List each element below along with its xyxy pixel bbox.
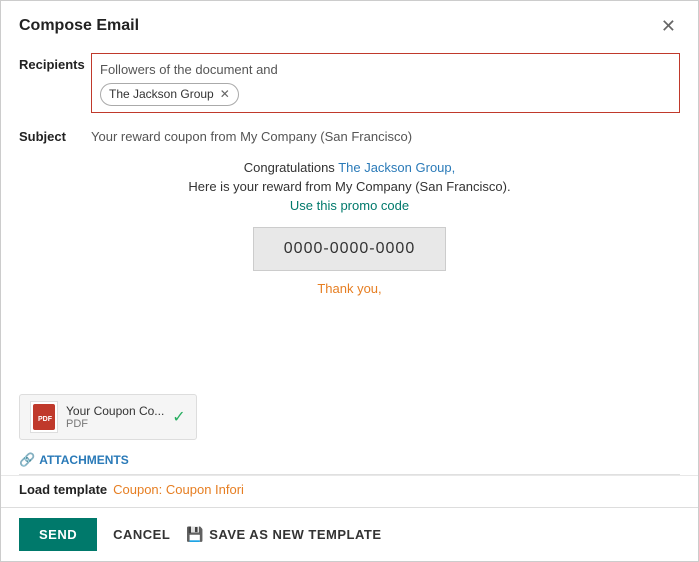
recipients-box[interactable]: Followers of the document and The Jackso… <box>91 53 680 113</box>
body-reward-text: Here is your reward from My Company (San… <box>188 179 510 194</box>
paperclip-icon: 🔗 <box>19 452 35 468</box>
subject-row: Subject Your reward coupon from My Compa… <box>1 119 698 150</box>
attachment-item[interactable]: PDF Your Coupon Co... PDF ✓ <box>19 394 197 440</box>
dialog-title: Compose Email <box>19 17 139 35</box>
email-body: Congratulations The Jackson Group, Here … <box>1 150 698 386</box>
body-line1: Congratulations The Jackson Group, <box>21 160 678 175</box>
attachments-link[interactable]: ATTACHMENTS <box>39 453 129 467</box>
svg-text:PDF: PDF <box>38 416 52 423</box>
attachments-link-row: 🔗 ATTACHMENTS <box>1 448 698 474</box>
send-button[interactable]: SEND <box>19 518 97 551</box>
cancel-button[interactable]: CANCEL <box>107 518 176 551</box>
dialog-footer: SEND CANCEL 💾 SAVE AS NEW TEMPLATE <box>1 507 698 561</box>
save-as-new-template-button[interactable]: 💾 SAVE AS NEW TEMPLATE <box>186 526 381 543</box>
attachment-name: Your Coupon Co... <box>66 404 164 418</box>
attachment-info: Your Coupon Co... PDF <box>66 404 164 430</box>
body-line3: Use this promo code <box>21 198 678 213</box>
body-thankyou-text: Thank you, <box>317 281 381 296</box>
subject-value: Your reward coupon from My Company (San … <box>91 125 412 144</box>
recipient-tag-remove[interactable]: ✕ <box>220 85 230 104</box>
attachment-check-icon: ✓ <box>172 407 185 427</box>
save-template-label: SAVE AS NEW TEMPLATE <box>209 527 381 542</box>
recipient-tag[interactable]: The Jackson Group ✕ <box>100 83 239 106</box>
acrobat-icon: PDF <box>36 408 52 426</box>
recipients-row: Recipients Followers of the document and… <box>1 47 698 119</box>
promo-code-value: 0000-0000-0000 <box>284 240 415 257</box>
save-icon: 💾 <box>186 526 204 543</box>
recipients-text: Followers of the document and <box>100 60 671 81</box>
body-company-name: The Jackson Group, <box>338 160 455 175</box>
dialog-header: Compose Email ✕ <box>1 1 698 47</box>
pdf-inner-icon: PDF <box>33 404 55 430</box>
recipient-tag-label: The Jackson Group <box>109 85 214 104</box>
body-promo-heading: Use this promo code <box>290 198 409 213</box>
body-signoff: Thank you, <box>21 281 678 296</box>
recipients-label: Recipients <box>19 53 91 72</box>
subject-label: Subject <box>19 125 91 144</box>
load-template-row: Load template Coupon: Coupon Infori <box>1 475 698 507</box>
compose-email-dialog: Compose Email ✕ Recipients Followers of … <box>0 0 699 562</box>
load-template-value[interactable]: Coupon: Coupon Infori <box>113 482 244 497</box>
load-template-label: Load template <box>19 482 107 497</box>
attachment-type: PDF <box>66 418 164 430</box>
pdf-icon: PDF <box>30 401 58 433</box>
body-congrats-text: Congratulations <box>244 160 338 175</box>
promo-code-box: 0000-0000-0000 <box>253 227 446 271</box>
close-button[interactable]: ✕ <box>657 15 680 37</box>
attachment-section: PDF Your Coupon Co... PDF ✓ <box>1 386 698 448</box>
body-line2: Here is your reward from My Company (San… <box>21 179 678 194</box>
